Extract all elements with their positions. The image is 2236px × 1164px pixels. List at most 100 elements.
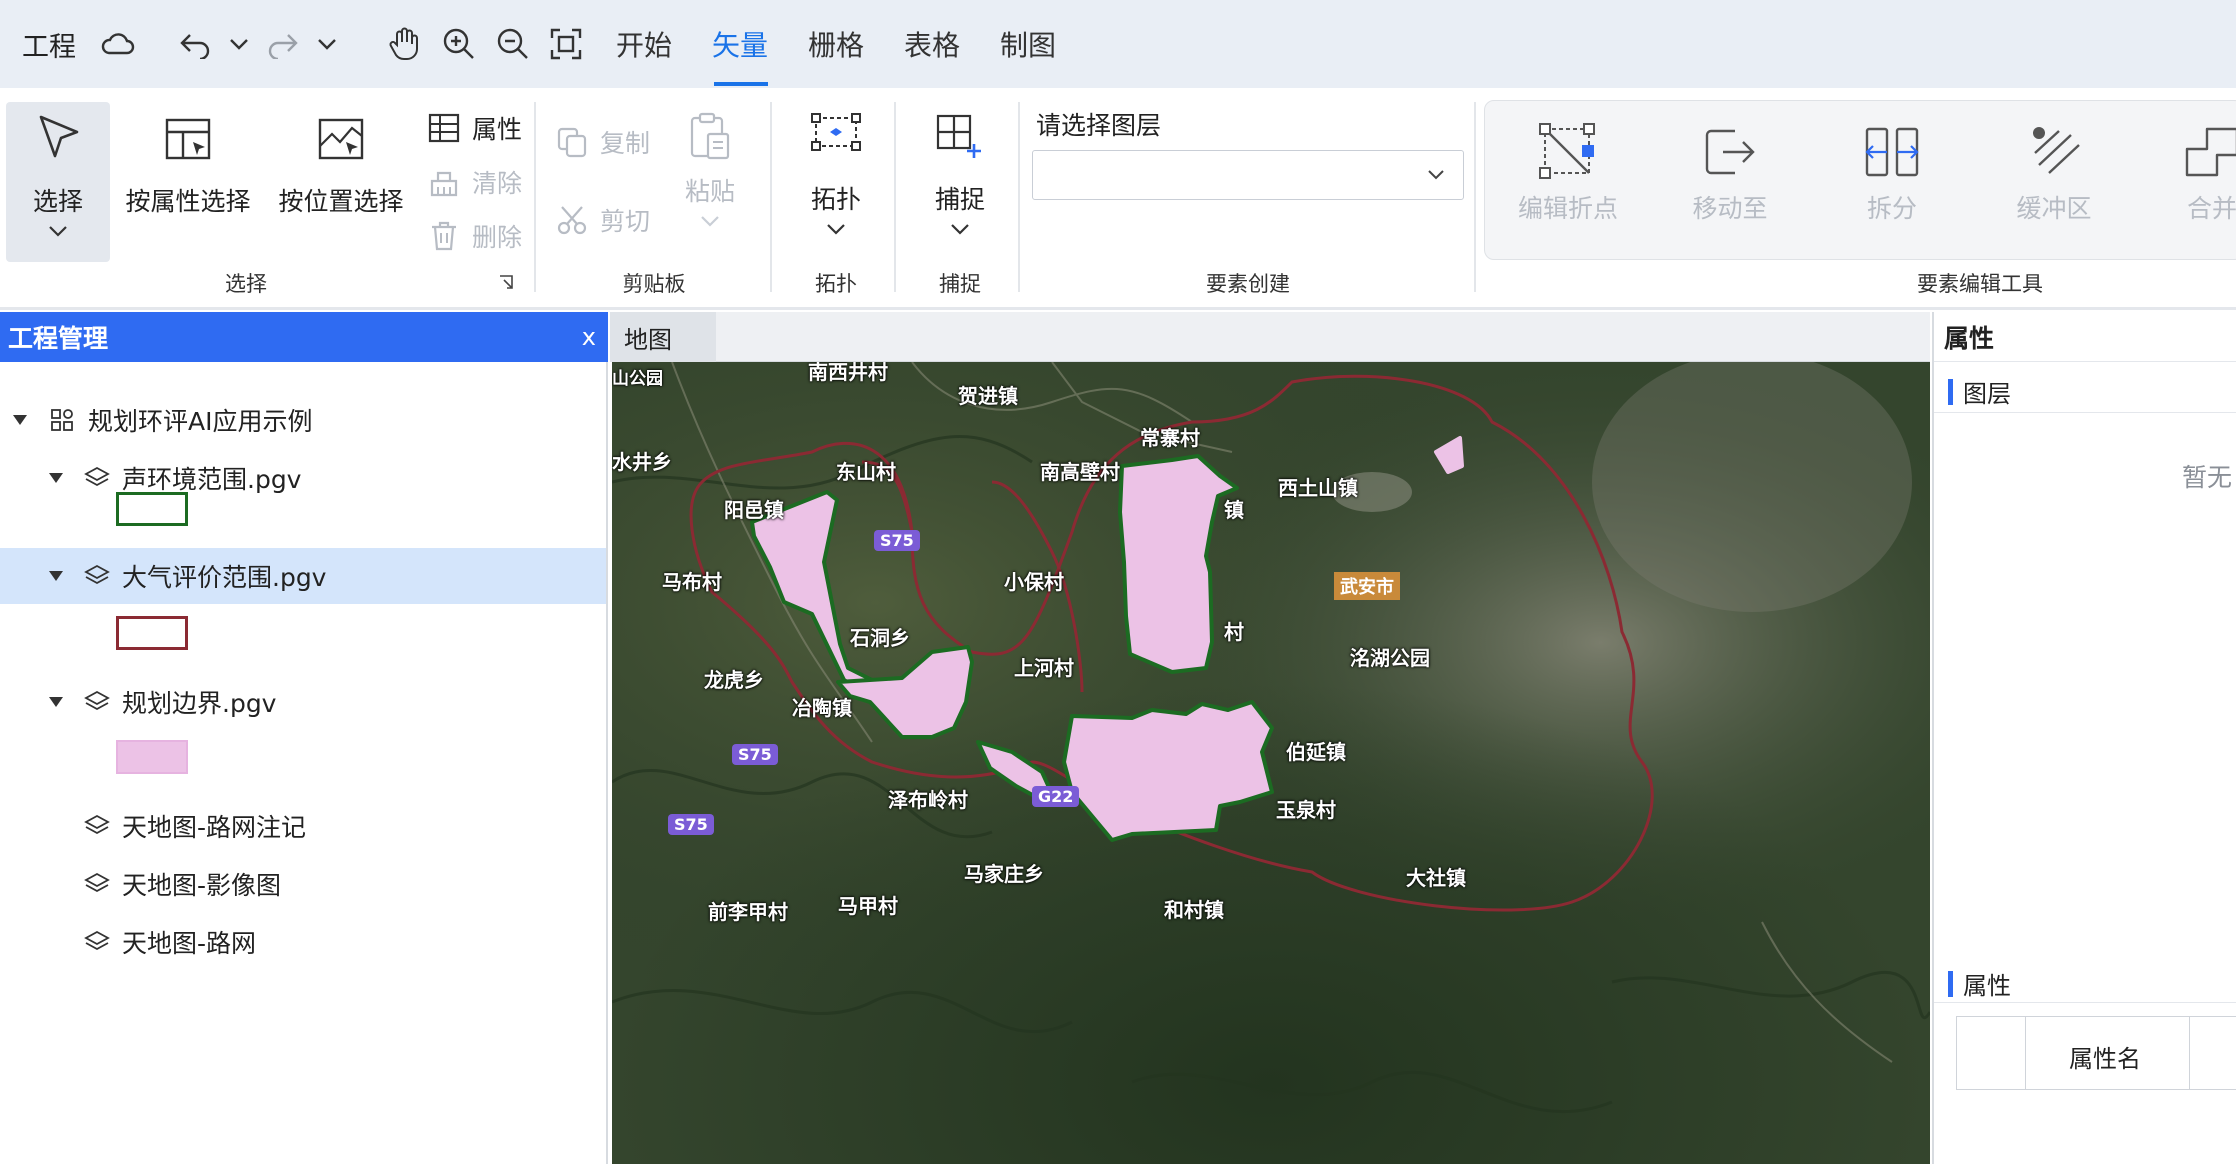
merge-button[interactable]: 合并 [2157, 123, 2236, 225]
edit-vertices-button[interactable]: 编辑折点 [1513, 123, 1623, 225]
expand-triangle-icon[interactable] [48, 696, 64, 708]
split-button[interactable]: 拆分 [1837, 123, 1947, 225]
trash-icon [432, 221, 456, 251]
layer-row-tianditu-imagery[interactable]: 天地图-影像图 [0, 856, 606, 912]
map-place-label: 和村镇 [1164, 898, 1224, 922]
layer-select-prompt: 请选择图层 [1036, 111, 1162, 140]
topology-group-label: 拓扑 [815, 272, 857, 296]
chevron-down-icon [1428, 170, 1444, 180]
select-button-label: 选择 [32, 187, 83, 216]
select-by-attribute-button[interactable]: 按属性选择 [124, 116, 252, 218]
map-place-label: 小保村 [1004, 570, 1064, 594]
map-canvas[interactable]: 南西井村 贺进镇 常寨村 东山村 南高壁村 西土山镇 阳邑镇 马布村 小保村 武… [612, 362, 1930, 1164]
table-column-divider [2025, 1017, 2026, 1089]
map-tab[interactable]: 地图 [610, 312, 716, 362]
ribbon-separator [1018, 102, 1020, 292]
move-to-label: 移动至 [1692, 194, 1768, 223]
layer-row-tianditu-road-labels[interactable]: 天地图-路网注记 [0, 798, 606, 854]
attribute-table: 属性名 [1956, 1016, 2236, 1090]
legend-swatch-noise-range [116, 492, 188, 526]
expand-triangle-icon[interactable] [48, 570, 64, 582]
project-grid-icon [51, 409, 73, 431]
project-menu[interactable]: 工程 [22, 0, 76, 88]
select-by-attribute-label: 按属性选择 [125, 187, 251, 216]
full-extent-icon[interactable] [550, 0, 582, 88]
tab-cartography-label: 制图 [1000, 29, 1057, 62]
map-place-label: 南西井村 [808, 362, 888, 384]
topology-button[interactable]: 拓扑 [796, 112, 876, 236]
paste-button[interactable]: 粘贴 [674, 112, 746, 228]
cut-button[interactable]: 剪切 [556, 202, 650, 238]
move-to-button[interactable]: 移动至 [1675, 123, 1785, 225]
buffer-button[interactable]: 缓冲区 [1999, 123, 2109, 225]
redo-icon[interactable] [266, 0, 300, 88]
tab-cartography[interactable]: 制图 [1000, 0, 1056, 88]
edit-vertices-label: 编辑折点 [1517, 194, 1618, 223]
section-divider [1934, 1002, 2236, 1003]
layers-icon [84, 872, 110, 893]
tab-start[interactable]: 开始 [616, 0, 672, 88]
snap-dropdown-chevron-icon [951, 224, 969, 235]
delete-button[interactable]: 删除 [428, 218, 522, 254]
map-place-label-city: 武安市 [1334, 572, 1400, 600]
paste-dropdown-chevron-icon [701, 216, 719, 227]
clear-selection-button[interactable]: 清除 [428, 164, 522, 200]
expand-triangle-icon[interactable] [12, 414, 28, 426]
layer-row-air-quality-range[interactable]: 大气评价范围.pgv [0, 548, 606, 604]
layers-icon [84, 930, 110, 951]
map-place-label: 玉泉村 [1276, 798, 1336, 822]
project-management-panel: 工程管理 x 规划环评AI应用示例 声环境范围.pgv 大气评价范围.pgv 规… [0, 312, 608, 1164]
map-place-label: 水井乡 [612, 450, 672, 474]
select-by-location-button[interactable]: 按位置选择 [278, 116, 404, 218]
edit-tools-group-label: 要素编辑工具 [1917, 272, 2043, 296]
cloud-icon[interactable] [100, 0, 136, 88]
layer-row-noise-range[interactable]: 声环境范围.pgv [0, 450, 606, 506]
snap-button[interactable]: 捕捉 [920, 112, 1000, 236]
map-place-label: 贺进镇 [958, 384, 1018, 408]
empty-state-text: 暂无 [2182, 463, 2233, 492]
group-settings-launcher-icon[interactable] [498, 274, 514, 290]
layer-select-dropdown[interactable] [1032, 150, 1464, 200]
paste-label: 粘贴 [684, 177, 735, 206]
create-group-label: 要素创建 [1206, 272, 1290, 296]
snap-group-label: 捕捉 [939, 272, 981, 296]
road-shield: S75 [874, 530, 920, 551]
select-button[interactable]: 选择 [18, 112, 98, 238]
attributes-button[interactable]: 属性 [428, 110, 522, 146]
close-icon[interactable]: x [582, 323, 596, 351]
tab-raster[interactable]: 栅格 [808, 0, 864, 88]
ribbon-separator [770, 102, 772, 292]
map-place-label: 马布村 [662, 570, 722, 594]
select-group-label: 选择 [225, 272, 267, 296]
undo-dropdown-chevron-icon[interactable] [228, 0, 250, 88]
tab-vector[interactable]: 矢量 [712, 0, 768, 88]
section-accent-bar [1948, 970, 1953, 997]
tab-vector-label: 矢量 [712, 29, 769, 62]
map-place-label: 马家庄乡 [964, 862, 1044, 886]
map-place-label: 冶陶镇 [792, 696, 852, 720]
road-shield: G22 [1032, 786, 1080, 807]
road-shield: S75 [732, 744, 778, 765]
topology-label: 拓扑 [810, 185, 861, 214]
undo-icon[interactable] [178, 0, 212, 88]
redo-dropdown-chevron-icon[interactable] [316, 0, 338, 88]
zoom-in-icon[interactable] [442, 0, 476, 88]
map-place-label: 石洞乡 [850, 626, 910, 650]
tree-root[interactable]: 规划环评AI应用示例 [0, 392, 606, 448]
layer-row-planning-boundary[interactable]: 规划边界.pgv [0, 674, 606, 730]
project-panel-title: 工程管理 [8, 324, 109, 353]
ribbon-separator [894, 102, 896, 292]
zoom-out-icon[interactable] [496, 0, 530, 88]
expand-triangle-icon[interactable] [48, 472, 64, 484]
tab-table[interactable]: 表格 [904, 0, 960, 88]
map-place-label: 伯延镇 [1286, 740, 1346, 764]
ribbon-separator [534, 102, 536, 292]
map-place-label: 洺湖公园 [1350, 646, 1430, 670]
copy-button[interactable]: 复制 [556, 124, 650, 160]
layer-label: 天地图-路网注记 [122, 813, 307, 842]
scissors-cut-icon [557, 206, 587, 235]
layer-row-tianditu-roads[interactable]: 天地图-路网 [0, 914, 606, 970]
pan-hand-icon[interactable] [388, 0, 420, 88]
cut-label: 剪切 [600, 207, 651, 236]
eraser-clear-icon [430, 171, 458, 197]
